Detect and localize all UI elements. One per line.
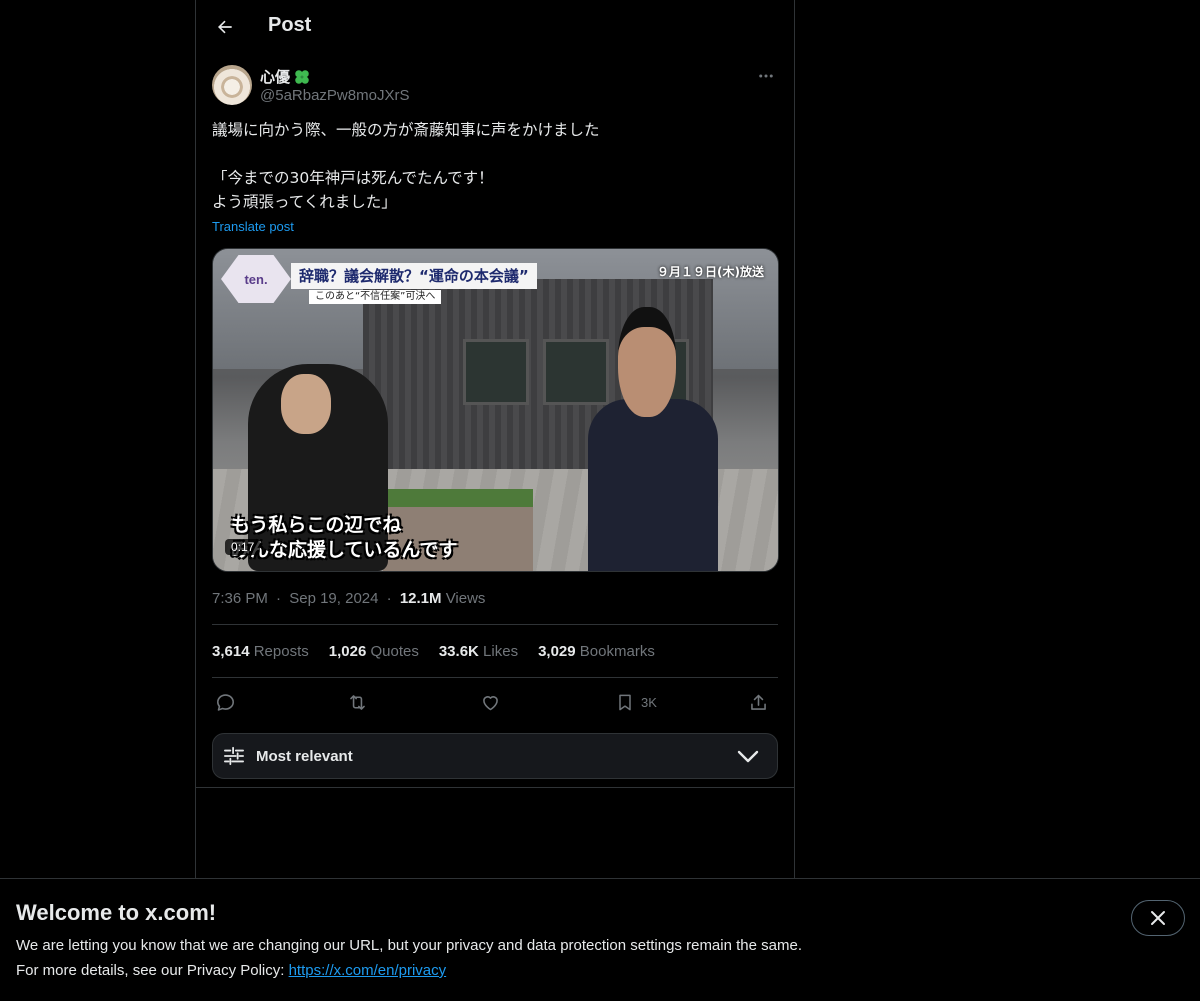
quotes-stat[interactable]: 1,026 Quotes <box>329 643 419 660</box>
reply-icon <box>217 693 234 711</box>
page-title: Post <box>268 14 312 36</box>
close-banner-button[interactable] <box>1131 900 1185 936</box>
like-button[interactable] <box>480 688 501 716</box>
likes-label: Likes <box>483 643 519 660</box>
post-text-quote: 「今までの30年神戸は死んでたんです！ よう頑張ってくれました」 <box>212 169 494 211</box>
views-count: 12.1M <box>399 590 442 607</box>
author-handle[interactable]: @5aRbazPw8moJXrS <box>260 87 409 104</box>
post-author: 心優 @5aRbazPw8moJXrS <box>212 64 778 108</box>
quotes-label: Quotes <box>370 643 419 660</box>
repost-button[interactable] <box>346 688 369 716</box>
video-frame-person-face <box>281 374 331 434</box>
divider <box>212 677 778 678</box>
video-caption: もう私らこの辺でね みんな応援しているんです <box>231 514 458 561</box>
video-frame-person <box>588 399 718 571</box>
channel-logo: ten. <box>221 255 291 303</box>
banner-privacy-line: For more details, see our Privacy Policy… <box>16 962 446 979</box>
share-button[interactable] <box>748 688 769 716</box>
post-meta: 7:36 PM · Sep 19, 2024 · 12.1M Views <box>212 590 485 607</box>
translate-post-link[interactable]: Translate post <box>212 219 294 234</box>
clover-icon <box>295 69 309 84</box>
post-text: 議場に向かう際、一般の方が斎藤知事に声をかけました 「今までの30年神戸は死んで… <box>212 118 778 214</box>
page-header: Post <box>196 0 794 54</box>
more-button[interactable] <box>754 64 778 88</box>
video-news-banner: ten. 辞職？議会解散？“運命の本会議” このあと“不信任案”可決へ <box>213 249 543 307</box>
repost-icon <box>350 694 365 710</box>
reposts-count: 3,614 <box>212 643 250 660</box>
quotes-count: 1,026 <box>328 643 367 660</box>
bookmark-button[interactable]: 3K <box>615 688 657 716</box>
video-frame-window <box>543 339 609 405</box>
author-name: 心優 <box>260 68 291 86</box>
back-button[interactable] <box>208 10 242 44</box>
bookmark-icon <box>619 694 631 710</box>
bookmark-count: 3K <box>641 694 657 710</box>
bookmarks-label: Bookmarks <box>579 643 655 660</box>
sort-label: Most relevant <box>256 748 353 765</box>
views-label: Views <box>445 590 486 607</box>
divider <box>196 787 794 788</box>
arrow-left-icon <box>218 20 232 34</box>
video-subheadline: このあと“不信任案”可決へ <box>309 290 442 304</box>
video-frame-person-face <box>618 307 676 417</box>
bookmarks-count: 3,029 <box>538 643 576 660</box>
sliders-icon <box>224 746 244 766</box>
avatar[interactable] <box>212 65 252 105</box>
chevron-down-icon <box>737 750 759 763</box>
post-stats: 3,614 Reposts 1,026 Quotes 33.6K Likes 3… <box>212 643 778 660</box>
reply-button[interactable] <box>215 688 236 716</box>
video-frame-window <box>463 339 529 405</box>
banner-title: Welcome to x.com! <box>16 900 217 925</box>
post-column: Post 心優 @5aRbazPw8moJXrS 議場に向かう際、一般の方が斎藤… <box>195 0 795 878</box>
reply-sort-dropdown[interactable]: Most relevant <box>212 733 778 779</box>
video-date-overlay: ９月１９日(木)放送 <box>657 265 764 279</box>
welcome-banner: Welcome to x.com! We are letting you kno… <box>0 878 1200 1001</box>
divider <box>212 624 778 625</box>
privacy-policy-link[interactable]: https://x.com/en/privacy <box>289 962 447 979</box>
reposts-label: Reposts <box>253 643 309 660</box>
video-headline: 辞職？議会解散？“運命の本会議” <box>291 263 537 289</box>
meta-separator: · <box>386 590 392 607</box>
likes-count: 33.6K <box>438 643 479 660</box>
author-name-row[interactable]: 心優 <box>260 66 312 87</box>
video-player[interactable]: ten. 辞職？議会解散？“運命の本会議” このあと“不信任案”可決へ ９月１９… <box>212 248 779 572</box>
heart-icon <box>483 695 498 710</box>
close-icon <box>1151 911 1165 925</box>
post-date[interactable]: Sep 19, 2024 <box>289 590 378 607</box>
likes-stat[interactable]: 33.6K Likes <box>439 643 518 660</box>
banner-privacy-text: For more details, see our Privacy Policy… <box>16 962 289 979</box>
post-text-line: 議場に向かう際、一般の方が斎藤知事に声をかけました <box>212 121 600 139</box>
banner-message: We are letting you know that we are chan… <box>16 937 802 954</box>
video-duration: 0:17 <box>225 539 261 555</box>
more-horizontal-icon <box>759 74 773 78</box>
post-actions: 3K <box>212 688 778 716</box>
share-icon <box>751 694 766 710</box>
bookmarks-stat[interactable]: 3,029 Bookmarks <box>538 643 655 660</box>
meta-separator: · <box>276 590 282 607</box>
reposts-stat[interactable]: 3,614 Reposts <box>212 643 309 660</box>
post-time[interactable]: 7:36 PM <box>212 590 268 607</box>
